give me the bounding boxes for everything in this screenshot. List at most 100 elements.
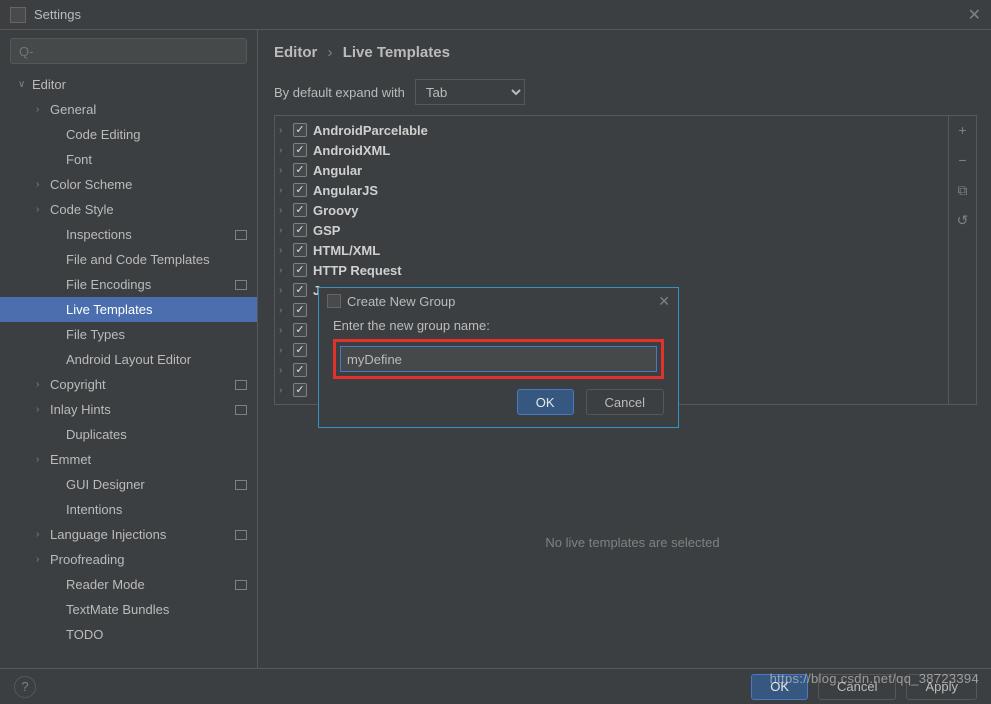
- template-checkbox[interactable]: [293, 283, 307, 297]
- sidebar-item-code-editing[interactable]: Code Editing: [0, 122, 257, 147]
- expand-arrow-icon[interactable]: ›: [279, 125, 293, 136]
- sidebar-item-label: Code Editing: [66, 127, 140, 142]
- sidebar-item-language-injections[interactable]: ›Language Injections: [0, 522, 257, 547]
- expand-arrow-icon[interactable]: ›: [279, 325, 293, 336]
- sidebar-item-inspections[interactable]: Inspections: [0, 222, 257, 247]
- expand-row: By default expand with Tab: [274, 79, 991, 105]
- template-group-label: AndroidParcelable: [313, 123, 428, 138]
- sidebar-item-label: Language Injections: [50, 527, 166, 542]
- settings-tree[interactable]: ∨Editor›GeneralCode EditingFont›Color Sc…: [0, 72, 257, 668]
- expand-arrow-icon[interactable]: ›: [279, 285, 293, 296]
- breadcrumb: Editor › Live Templates: [274, 44, 991, 61]
- sidebar-item-label: Color Scheme: [50, 177, 132, 192]
- scope-badge-icon: [235, 480, 247, 490]
- dialog-close-button[interactable]: ✕: [658, 293, 670, 310]
- sidebar-item-label: TODO: [66, 627, 103, 642]
- sidebar-item-live-templates[interactable]: Live Templates: [0, 297, 257, 322]
- remove-button[interactable]: −: [955, 152, 971, 168]
- sidebar-item-file-and-code-templates[interactable]: File and Code Templates: [0, 247, 257, 272]
- expand-arrow-icon[interactable]: ›: [279, 145, 293, 156]
- sidebar-item-label: Android Layout Editor: [66, 352, 191, 367]
- search-wrap: [0, 30, 257, 72]
- sidebar-item-proofreading[interactable]: ›Proofreading: [0, 547, 257, 572]
- template-checkbox[interactable]: [293, 143, 307, 157]
- expand-arrow-icon[interactable]: ›: [279, 265, 293, 276]
- tree-arrow-icon: ›: [36, 179, 50, 190]
- expand-arrow-icon[interactable]: ›: [279, 345, 293, 356]
- breadcrumb-editor[interactable]: Editor: [274, 44, 317, 61]
- sidebar-item-intentions[interactable]: Intentions: [0, 497, 257, 522]
- sidebar-item-label: Copyright: [50, 377, 106, 392]
- tree-arrow-icon: ›: [36, 554, 50, 565]
- template-group-row[interactable]: › AndroidParcelable: [275, 120, 948, 140]
- expand-arrow-icon[interactable]: ›: [279, 365, 293, 376]
- template-checkbox[interactable]: [293, 383, 307, 397]
- template-checkbox[interactable]: [293, 263, 307, 277]
- sidebar-item-gui-designer[interactable]: GUI Designer: [0, 472, 257, 497]
- sidebar-item-color-scheme[interactable]: ›Color Scheme: [0, 172, 257, 197]
- template-checkbox[interactable]: [293, 203, 307, 217]
- sidebar-item-inlay-hints[interactable]: ›Inlay Hints: [0, 397, 257, 422]
- sidebar-item-editor[interactable]: ∨Editor: [0, 72, 257, 97]
- expand-label: By default expand with: [274, 85, 405, 100]
- template-checkbox[interactable]: [293, 223, 307, 237]
- template-group-row[interactable]: ›Angular: [275, 160, 948, 180]
- sidebar-item-general[interactable]: ›General: [0, 97, 257, 122]
- template-group-label: AndroidXML: [313, 143, 390, 158]
- template-group-row[interactable]: › Groovy: [275, 200, 948, 220]
- template-checkbox[interactable]: [293, 363, 307, 377]
- search-input[interactable]: [10, 38, 247, 64]
- expand-arrow-icon[interactable]: ›: [279, 185, 293, 196]
- scope-badge-icon: [235, 280, 247, 290]
- sidebar-item-emmet[interactable]: ›Emmet: [0, 447, 257, 472]
- sidebar-item-reader-mode[interactable]: Reader Mode: [0, 572, 257, 597]
- add-button[interactable]: +: [955, 122, 971, 138]
- sidebar-item-font[interactable]: Font: [0, 147, 257, 172]
- template-group-row[interactable]: ›HTML/XML: [275, 240, 948, 260]
- template-checkbox[interactable]: [293, 243, 307, 257]
- expand-arrow-icon[interactable]: ›: [279, 385, 293, 396]
- template-group-row[interactable]: › AndroidXML: [275, 140, 948, 160]
- template-checkbox[interactable]: [293, 303, 307, 317]
- window-close-button[interactable]: ✕: [968, 5, 981, 25]
- dialog-label: Enter the new group name:: [333, 318, 664, 333]
- expand-select[interactable]: Tab: [415, 79, 525, 105]
- expand-arrow-icon[interactable]: ›: [279, 205, 293, 216]
- template-checkbox[interactable]: [293, 163, 307, 177]
- dialog-cancel-button[interactable]: Cancel: [586, 389, 664, 415]
- sidebar-item-file-encodings[interactable]: File Encodings: [0, 272, 257, 297]
- sidebar-item-duplicates[interactable]: Duplicates: [0, 422, 257, 447]
- group-name-input[interactable]: [340, 346, 657, 372]
- expand-arrow-icon[interactable]: ›: [279, 305, 293, 316]
- sidebar-item-label: TextMate Bundles: [66, 602, 169, 617]
- sidebar-item-label: Code Style: [50, 202, 114, 217]
- dialog-body: Enter the new group name: OK Cancel: [319, 314, 678, 427]
- template-group-row[interactable]: ›GSP: [275, 220, 948, 240]
- sidebar-item-todo[interactable]: TODO: [0, 622, 257, 647]
- template-group-row[interactable]: ›HTTP Request: [275, 260, 948, 280]
- dialog-ok-button[interactable]: OK: [517, 389, 574, 415]
- expand-arrow-icon[interactable]: ›: [279, 165, 293, 176]
- template-group-label: Groovy: [313, 203, 359, 218]
- copy-button[interactable]: ⧉: [955, 182, 971, 198]
- template-group-row[interactable]: › AngularJS: [275, 180, 948, 200]
- help-button[interactable]: ?: [14, 676, 36, 698]
- template-checkbox[interactable]: [293, 183, 307, 197]
- sidebar-item-android-layout-editor[interactable]: Android Layout Editor: [0, 347, 257, 372]
- sidebar-item-file-types[interactable]: File Types: [0, 322, 257, 347]
- undo-button[interactable]: ↺: [955, 212, 971, 228]
- dialog-input-highlight: [333, 339, 664, 379]
- template-checkbox[interactable]: [293, 343, 307, 357]
- expand-arrow-icon[interactable]: ›: [279, 225, 293, 236]
- sidebar-item-code-style[interactable]: ›Code Style: [0, 197, 257, 222]
- sidebar-item-textmate-bundles[interactable]: TextMate Bundles: [0, 597, 257, 622]
- template-group-label: AngularJS: [313, 183, 378, 198]
- template-checkbox[interactable]: [293, 323, 307, 337]
- template-checkbox[interactable]: [293, 123, 307, 137]
- create-group-dialog: Create New Group ✕ Enter the new group n…: [318, 287, 679, 428]
- tree-arrow-icon: ∨: [18, 79, 32, 90]
- sidebar-item-copyright[interactable]: ›Copyright: [0, 372, 257, 397]
- tree-arrow-icon: ›: [36, 379, 50, 390]
- titlebar: Settings ✕: [0, 0, 991, 30]
- expand-arrow-icon[interactable]: ›: [279, 245, 293, 256]
